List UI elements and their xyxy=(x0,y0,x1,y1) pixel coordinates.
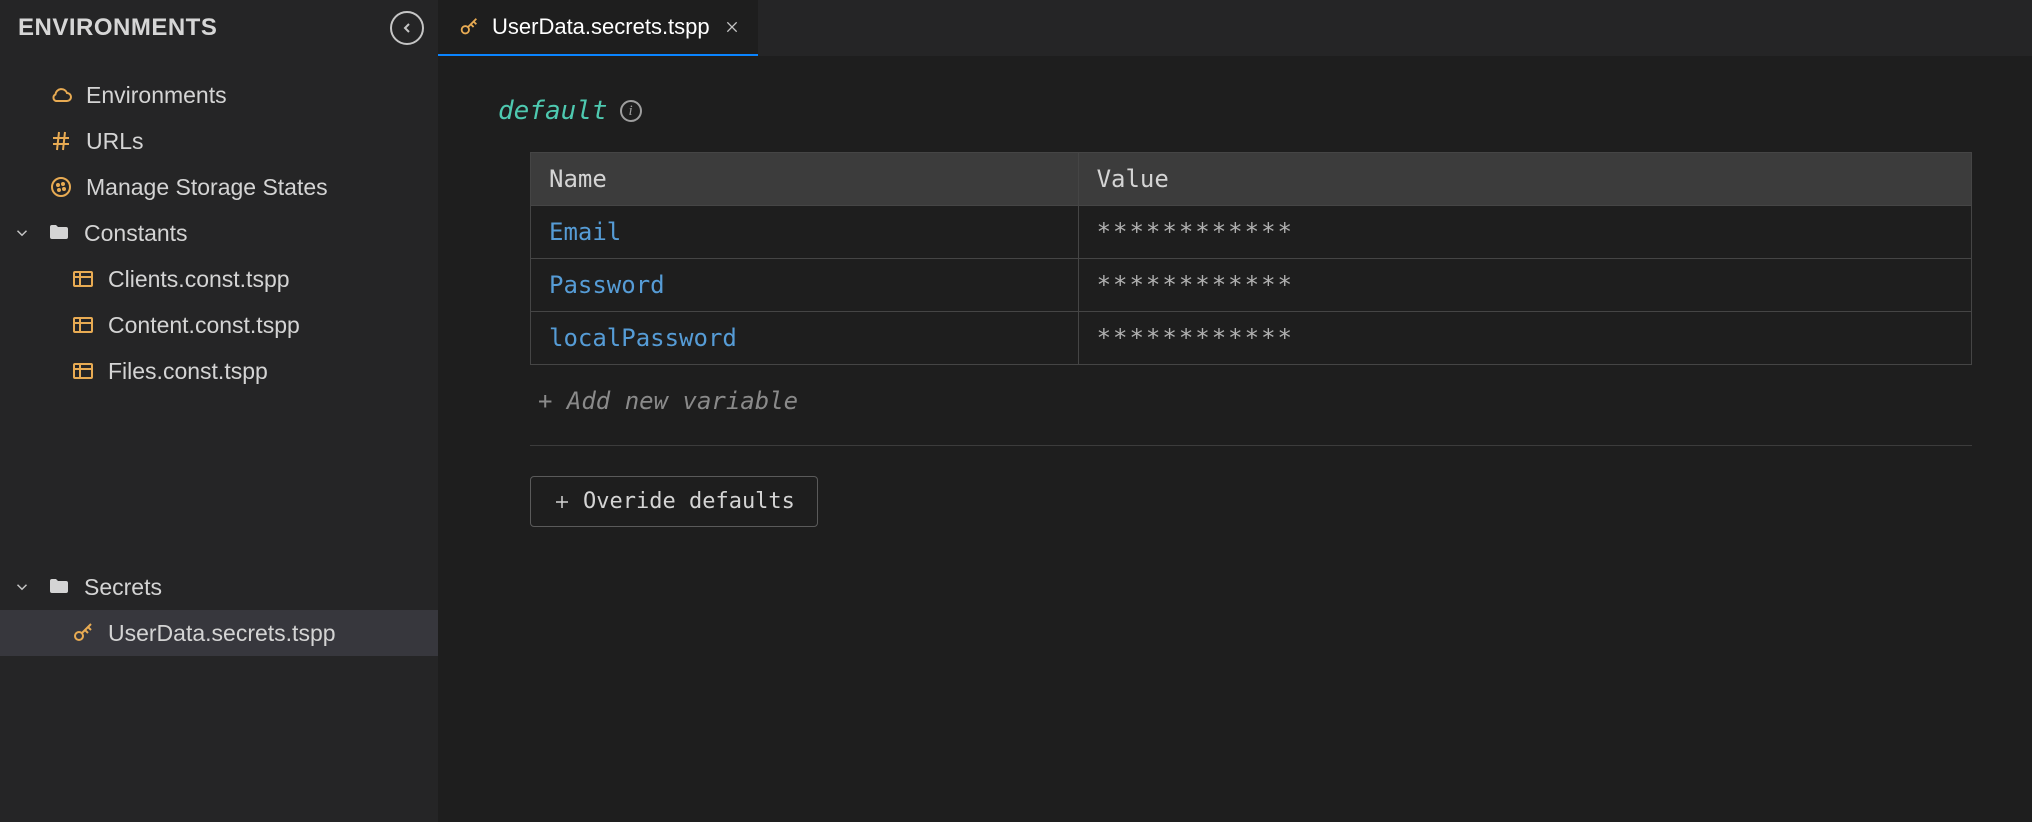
sidebar-item-label: Content.const.tspp xyxy=(108,312,300,339)
main: UserData.secrets.tspp default i Name Val… xyxy=(438,0,2032,822)
var-name-cell[interactable]: Email xyxy=(531,206,1079,259)
close-icon xyxy=(724,19,740,35)
hash-icon xyxy=(48,129,74,153)
sidebar-item-content-const[interactable]: Content.const.tspp xyxy=(0,302,438,348)
sidebar-item-files-const[interactable]: Files.const.tspp xyxy=(0,348,438,394)
sidebar-header: ENVIRONMENTS xyxy=(0,0,438,56)
chevron-down-icon xyxy=(10,224,34,242)
sidebar-title: ENVIRONMENTS xyxy=(18,14,217,42)
sidebar-item-label: Clients.const.tspp xyxy=(108,266,290,293)
table-icon xyxy=(70,313,96,337)
divider xyxy=(530,445,1972,446)
table-row[interactable]: localPassword ************ xyxy=(531,312,1972,365)
cloud-icon xyxy=(48,83,74,107)
override-defaults-button[interactable]: Overide defaults xyxy=(530,476,818,527)
table-header-row: Name Value xyxy=(531,153,1972,206)
sidebar-group-constants[interactable]: Constants xyxy=(0,210,438,256)
plus-icon xyxy=(553,493,571,511)
sidebar-item-label: Manage Storage States xyxy=(86,174,328,201)
chevron-left-icon xyxy=(399,20,415,36)
editor-body: default i Name Value Email ************ xyxy=(438,56,2032,822)
tab-close-button[interactable] xyxy=(720,15,744,39)
var-value-cell[interactable]: ************ xyxy=(1078,312,1971,365)
table-icon xyxy=(70,359,96,383)
table-icon xyxy=(70,267,96,291)
sidebar-group-label: Secrets xyxy=(84,574,162,601)
section-label: default xyxy=(498,96,608,126)
info-icon[interactable]: i xyxy=(620,100,642,122)
var-name-cell[interactable]: Password xyxy=(531,259,1079,312)
col-header-name: Name xyxy=(531,153,1079,206)
variables-table: Name Value Email ************ Password *… xyxy=(530,152,1972,365)
override-defaults-label: Overide defaults xyxy=(583,489,795,514)
key-icon xyxy=(70,621,96,645)
tab-bar: UserData.secrets.tspp xyxy=(438,0,2032,56)
chevron-down-icon xyxy=(10,578,34,596)
folder-icon xyxy=(46,221,72,245)
sidebar-group-label: Constants xyxy=(84,220,188,247)
sidebar: ENVIRONMENTS Environments URLs Manage St… xyxy=(0,0,438,822)
sidebar-item-userdata-secrets[interactable]: UserData.secrets.tspp xyxy=(0,610,438,656)
sidebar-tree: Environments URLs Manage Storage States … xyxy=(0,56,438,656)
cookie-icon xyxy=(48,175,74,199)
table-row[interactable]: Password ************ xyxy=(531,259,1972,312)
sidebar-item-environments[interactable]: Environments xyxy=(0,72,438,118)
section-heading: default i xyxy=(498,96,1972,126)
tab-label: UserData.secrets.tspp xyxy=(492,14,710,40)
sidebar-item-label: Environments xyxy=(86,82,227,109)
sidebar-item-label: URLs xyxy=(86,128,144,155)
folder-icon xyxy=(46,575,72,599)
add-variable-button[interactable]: + Add new variable xyxy=(530,365,1972,437)
col-header-value: Value xyxy=(1078,153,1971,206)
sidebar-item-storage[interactable]: Manage Storage States xyxy=(0,164,438,210)
var-value-cell[interactable]: ************ xyxy=(1078,259,1971,312)
sidebar-item-label: UserData.secrets.tspp xyxy=(108,620,336,647)
sidebar-item-label: Files.const.tspp xyxy=(108,358,268,385)
table-row[interactable]: Email ************ xyxy=(531,206,1972,259)
var-value-cell[interactable]: ************ xyxy=(1078,206,1971,259)
key-icon xyxy=(456,16,482,38)
sidebar-item-clients-const[interactable]: Clients.const.tspp xyxy=(0,256,438,302)
var-name-cell[interactable]: localPassword xyxy=(531,312,1079,365)
tab-userdata-secrets[interactable]: UserData.secrets.tspp xyxy=(438,0,758,56)
sidebar-item-urls[interactable]: URLs xyxy=(0,118,438,164)
sidebar-group-secrets[interactable]: Secrets xyxy=(0,564,438,610)
collapse-sidebar-button[interactable] xyxy=(390,11,424,45)
